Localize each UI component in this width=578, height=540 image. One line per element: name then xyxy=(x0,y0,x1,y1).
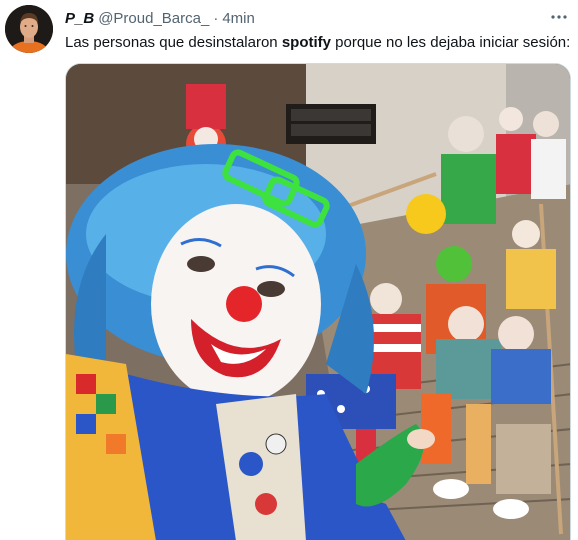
more-horizontal-icon xyxy=(551,15,567,19)
more-options-button[interactable] xyxy=(548,6,570,28)
timestamp[interactable]: 4min xyxy=(222,10,255,27)
tweet-photo[interactable] xyxy=(65,63,571,540)
tweet-header: P_B @Proud_Barca_ · 4min xyxy=(65,8,255,28)
clowns-photo xyxy=(66,64,570,540)
tweet-text-part2: porque no les dejaba iniciar sesión: xyxy=(330,34,571,51)
avatar[interactable] xyxy=(5,5,53,53)
tweet-text-bold: spotify xyxy=(281,34,331,51)
author-name[interactable]: P_B xyxy=(65,10,94,27)
tweet-text-part1: Las personas que desinstalaron xyxy=(65,34,282,51)
author-handle[interactable]: @Proud_Barca_ xyxy=(98,10,209,27)
tweet-text: Las personas que desinstalaron spotify p… xyxy=(65,33,570,53)
tweet[interactable]: P_B @Proud_Barca_ · 4min Las personas qu… xyxy=(0,0,578,540)
avatar-image xyxy=(5,5,53,53)
separator-dot: · xyxy=(213,9,219,27)
